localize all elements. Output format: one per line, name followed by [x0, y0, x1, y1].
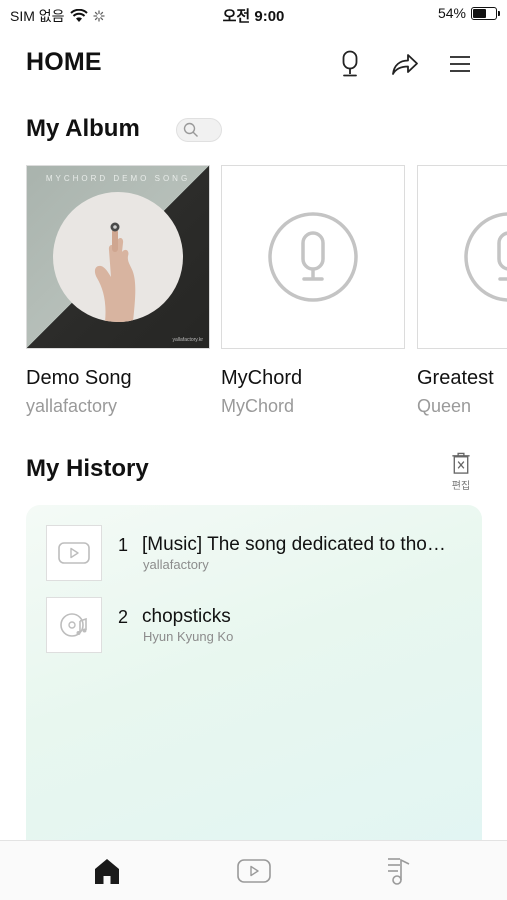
- history-edit-button[interactable]: 편집: [447, 452, 475, 492]
- album-card[interactable]: Greatest Queen: [417, 165, 507, 417]
- history-thumb: [46, 525, 102, 581]
- share-icon[interactable]: [389, 48, 421, 80]
- microphone-icon[interactable]: [334, 48, 366, 80]
- history-title: chopsticks: [142, 606, 231, 627]
- album-name: MyChord: [221, 367, 303, 389]
- album-name: Demo Song: [26, 367, 132, 389]
- nav-video[interactable]: [234, 853, 274, 889]
- cover-footer-text: yallafactory.kr: [172, 337, 203, 343]
- edit-label: 편집: [451, 481, 471, 492]
- album-name: Greatest: [417, 367, 494, 389]
- status-time: 오전 9:00: [222, 8, 285, 25]
- album-list: MYCHORD DEMO SONG yallafactory.kr Demo S…: [26, 165, 507, 425]
- album-search-toggle[interactable]: [176, 118, 222, 142]
- search-icon: [183, 122, 198, 137]
- trash-icon: [452, 452, 470, 474]
- history-item[interactable]: 1 [Music] The song dedicated to tho… yal…: [46, 525, 466, 581]
- app-header: HOME: [0, 40, 507, 88]
- album-artist: Queen: [417, 396, 472, 416]
- album-section-title: My Album: [26, 115, 140, 142]
- home-icon: [95, 859, 119, 884]
- history-subtitle: yallafactory: [143, 557, 209, 572]
- music-disc-icon: [60, 613, 87, 637]
- history-number: 1: [118, 535, 129, 555]
- nav-home[interactable]: [87, 853, 127, 889]
- cover-title-text: MYCHORD DEMO SONG: [45, 174, 191, 183]
- history-number: 2: [118, 607, 129, 627]
- microphone-placeholder-icon: [464, 212, 507, 302]
- album-artist: yallafactory: [26, 396, 118, 416]
- battery-fill: [473, 8, 486, 18]
- history-item[interactable]: 2 chopsticks Hyun Kyung Ko: [46, 597, 466, 653]
- album-cover-demo-art: MYCHORD DEMO SONG yallafactory.kr: [26, 165, 210, 349]
- status-right: 54%: [437, 5, 500, 21]
- album-cover-placeholder: [221, 165, 405, 349]
- menu-icon[interactable]: [444, 48, 476, 80]
- album-card[interactable]: MyChord MyChord: [221, 165, 405, 417]
- hand-illustration: [94, 222, 136, 322]
- battery-icon: [471, 6, 500, 20]
- history-title: [Music] The song dedicated to tho…: [142, 534, 446, 555]
- page-title: HOME: [26, 48, 102, 76]
- playlist-icon: [388, 858, 410, 885]
- cover-photo-circle: [53, 192, 183, 322]
- album-artist: MyChord: [221, 396, 295, 416]
- status-bar: SIM 없음 오전 9:00 54%: [0, 0, 507, 28]
- battery-percent: 54%: [437, 5, 466, 21]
- history-section-title: My History: [26, 455, 149, 482]
- bottom-nav: [0, 840, 507, 900]
- nav-playlist[interactable]: [380, 853, 420, 889]
- album-card[interactable]: MYCHORD DEMO SONG yallafactory.kr Demo S…: [26, 165, 210, 417]
- history-subtitle: Hyun Kyung Ko: [143, 629, 234, 644]
- album-cover-placeholder: [417, 165, 507, 349]
- microphone-placeholder-icon: [268, 212, 358, 302]
- history-thumb: [46, 597, 102, 653]
- history-panel: 1 [Music] The song dedicated to tho… yal…: [26, 505, 482, 845]
- video-icon: [237, 859, 271, 883]
- video-play-icon: [58, 542, 90, 564]
